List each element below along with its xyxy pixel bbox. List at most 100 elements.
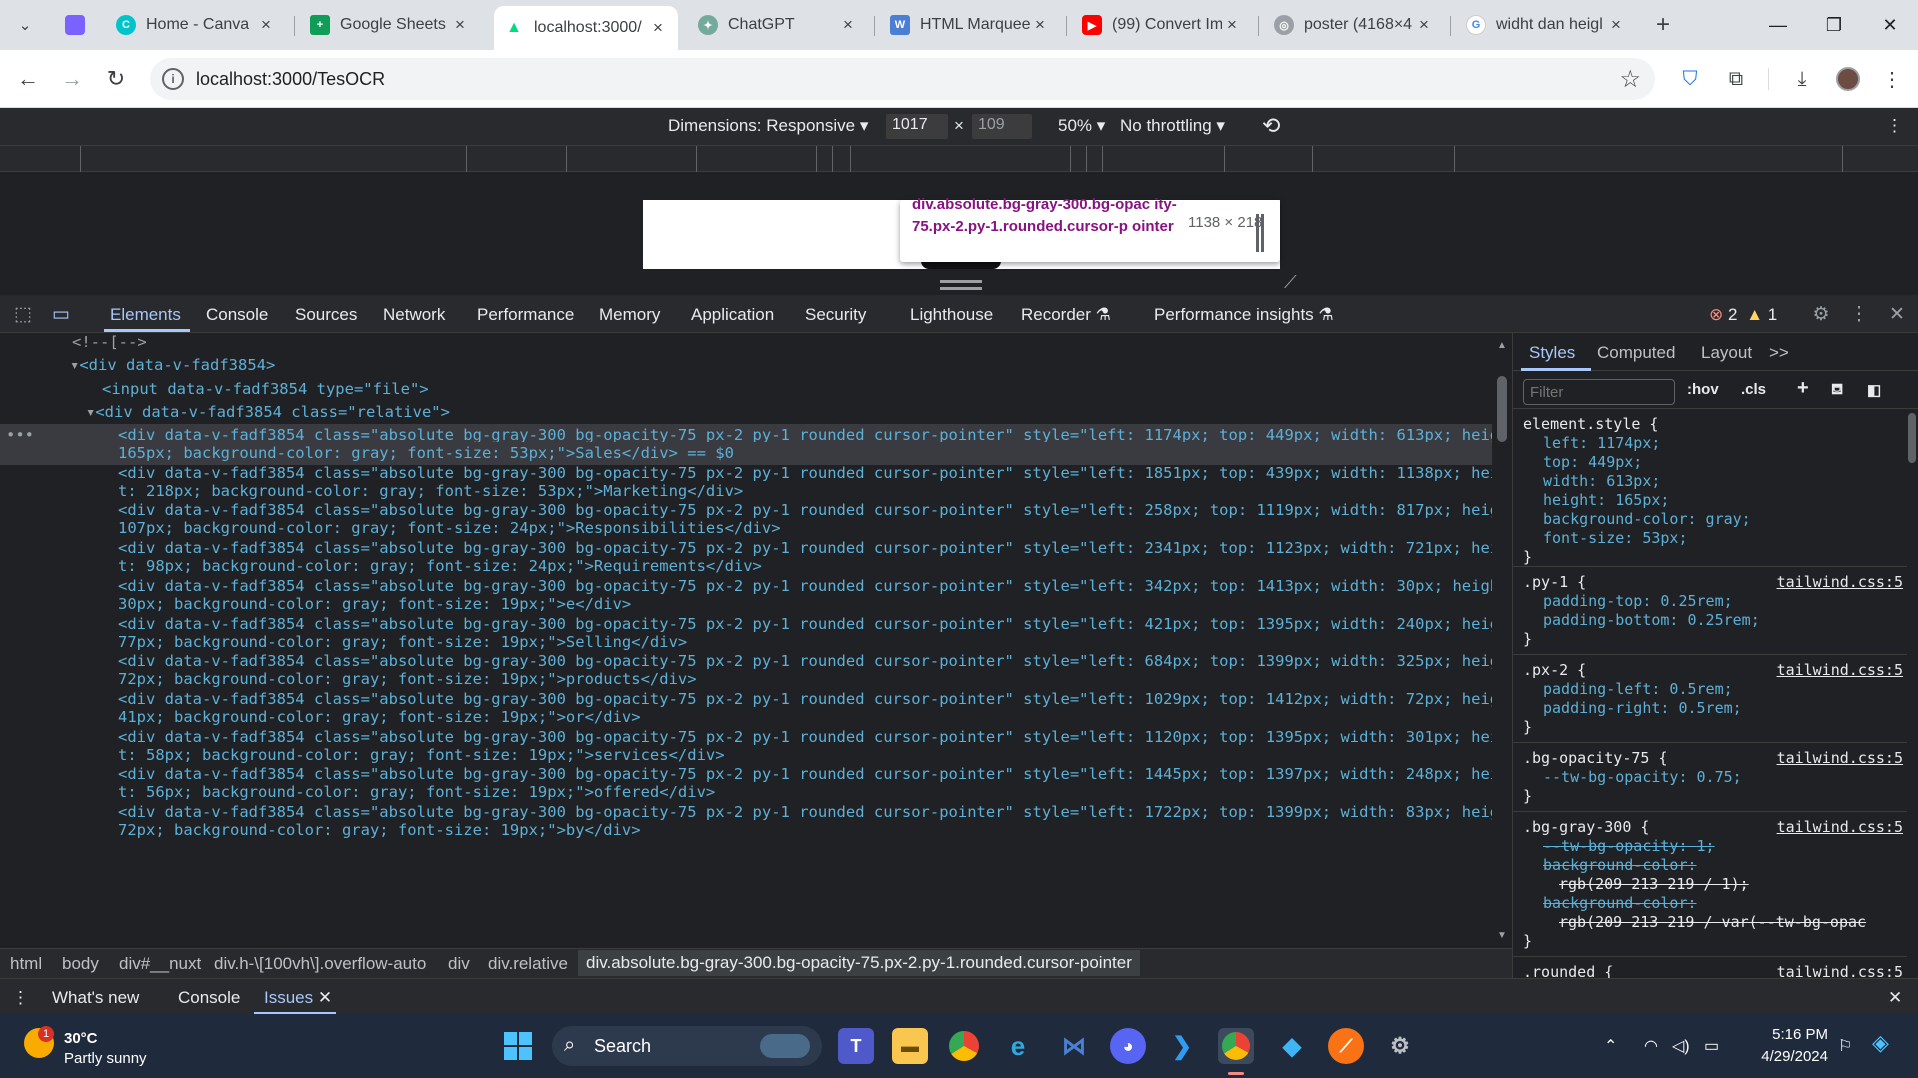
style-declaration[interactable]: background-color: xyxy=(1543,856,1697,875)
breadcrumb-item[interactable]: div#__nuxt xyxy=(119,954,201,974)
restore-button[interactable]: ❐ xyxy=(1804,0,1864,50)
style-declaration[interactable]: top: 449px; xyxy=(1543,453,1642,472)
paint-brush-icon[interactable]: ⛾ xyxy=(1831,381,1843,400)
zoom-dropdown[interactable]: 50% ▾ xyxy=(1058,116,1105,136)
expand-arrow-icon[interactable]: ▾ xyxy=(86,403,95,421)
tab-group-button[interactable] xyxy=(58,8,92,42)
copilot-icon[interactable]: ◈ xyxy=(1872,1030,1889,1056)
more-tabs-button[interactable]: >> xyxy=(1769,343,1789,363)
taskbar-search[interactable]: ⌕ Search xyxy=(552,1026,822,1066)
tab-sources[interactable]: Sources xyxy=(295,305,357,325)
elements-scrollbar[interactable]: ▲ ▼ xyxy=(1496,340,1508,941)
inspect-element-icon[interactable]: ⬚ xyxy=(10,302,36,326)
notifications-icon[interactable]: ⚐ xyxy=(1838,1036,1852,1056)
download-icon[interactable]: ⤓ xyxy=(1786,63,1818,95)
rule-source-link[interactable]: tailwind.css:5 xyxy=(1777,749,1903,767)
issues-counter[interactable]: ⊗ 2 ▲ 1 xyxy=(1709,305,1777,325)
discord-app-icon[interactable]: ◕ xyxy=(1110,1028,1146,1064)
breadcrumb-item[interactable]: body xyxy=(62,954,99,974)
scrollbar-thumb[interactable] xyxy=(1908,413,1916,463)
dom-comment-line[interactable]: <!--[--> xyxy=(72,333,1492,354)
tray-overflow-icon[interactable]: ⌃ xyxy=(1604,1036,1617,1056)
style-declaration[interactable]: padding-bottom: 0.25rem; xyxy=(1543,611,1760,630)
dom-node-input[interactable]: <input data-v-fadf3854 type="file"> xyxy=(102,378,1492,401)
profile-avatar[interactable] xyxy=(1832,63,1864,95)
close-icon[interactable]: × xyxy=(1606,15,1626,35)
tab-computed[interactable]: Computed xyxy=(1597,343,1675,363)
tab-youtube[interactable]: ▶ (99) Convert Im × xyxy=(1072,8,1252,42)
dimensions-dropdown[interactable]: Dimensions: Responsive ▾ xyxy=(668,116,868,136)
visual-studio-icon[interactable]: ⋈ xyxy=(1056,1028,1092,1064)
chrome-active-app-icon[interactable] xyxy=(1218,1028,1254,1064)
style-declaration[interactable]: font-size: 53px; xyxy=(1543,529,1688,548)
site-info-icon[interactable]: i xyxy=(162,68,184,90)
scroll-up-icon[interactable]: ▲ xyxy=(1497,340,1507,351)
new-tab-button[interactable]: + xyxy=(1646,8,1680,42)
close-icon[interactable]: × xyxy=(256,15,276,35)
rule-source-link[interactable]: tailwind.css:5 xyxy=(1777,963,1903,978)
tab-chatgpt[interactable]: ✦ ChatGPT × xyxy=(688,8,868,42)
volume-icon[interactable]: ◁) xyxy=(1672,1036,1690,1056)
url-text[interactable]: localhost:3000/TesOCR xyxy=(196,69,385,90)
close-devtools-icon[interactable]: ✕ xyxy=(1884,302,1910,326)
close-icon[interactable]: × xyxy=(1030,15,1050,35)
browser-menu-button[interactable]: ⋮ xyxy=(1876,63,1908,95)
devtools-menu-icon[interactable]: ⋮ xyxy=(1846,302,1872,326)
node-actions-icon[interactable]: ••• xyxy=(6,424,34,447)
expand-arrow-icon[interactable]: ▾ xyxy=(70,356,79,374)
edge-app-icon[interactable]: e xyxy=(1000,1028,1036,1064)
device-toggle-icon[interactable]: ▭ xyxy=(48,302,74,326)
battery-icon[interactable]: ▭ xyxy=(1704,1036,1719,1056)
breadcrumb-item[interactable]: html xyxy=(10,954,42,974)
hover-state-toggle[interactable]: :hov xyxy=(1687,381,1719,398)
weather-widget[interactable]: 1 xyxy=(24,1026,58,1062)
bookmark-star-icon[interactable]: ☆ xyxy=(1619,65,1641,94)
tab-poster[interactable]: ◎ poster (4168×4 × xyxy=(1264,8,1444,42)
file-explorer-icon[interactable]: ▬ xyxy=(892,1028,928,1064)
breadcrumb-item[interactable]: div xyxy=(448,954,470,974)
toggle-sidebar-icon[interactable]: ◧ xyxy=(1867,381,1881,399)
back-button[interactable]: ← xyxy=(10,61,46,97)
rule-source-link[interactable]: tailwind.css:5 xyxy=(1777,573,1903,591)
forward-button[interactable]: → xyxy=(54,61,90,97)
throttling-dropdown[interactable]: No throttling ▾ xyxy=(1120,116,1225,136)
tab-layout[interactable]: Layout xyxy=(1701,343,1752,363)
breadcrumb-item[interactable]: div.relative xyxy=(488,954,568,974)
tab-canva[interactable]: C Home - Canva × xyxy=(106,8,286,42)
close-icon[interactable]: × xyxy=(1222,15,1242,35)
tab-lighthouse[interactable]: Lighthouse xyxy=(910,305,993,325)
tab-search-button[interactable]: ⌄ xyxy=(8,8,42,42)
drawer-tab-whats-new[interactable]: What's new xyxy=(52,988,139,1008)
style-declaration[interactable]: rgb(209 213 219 / 1); xyxy=(1559,875,1749,894)
style-declaration[interactable]: background-color: xyxy=(1543,894,1697,913)
media-query-ruler[interactable] xyxy=(0,145,1918,172)
close-icon[interactable]: × xyxy=(450,15,470,35)
close-icon[interactable]: × xyxy=(648,18,668,38)
close-icon[interactable]: × xyxy=(1414,15,1434,35)
css-rule[interactable]: .bg-gray-300 {tailwind.css:5 --tw-bg-opac… xyxy=(1513,812,1907,957)
tab-elements[interactable]: Elements xyxy=(110,305,181,325)
minimize-button[interactable]: — xyxy=(1748,0,1808,50)
style-declaration[interactable]: padding-left: 0.5rem; xyxy=(1543,680,1733,699)
scrollbar-thumb[interactable] xyxy=(1497,376,1507,442)
app-icon[interactable]: ◆ xyxy=(1274,1028,1310,1064)
breadcrumb-item-active[interactable]: div.absolute.bg-gray-300.bg-opacity-75.p… xyxy=(578,950,1140,976)
tab-google-sheets[interactable]: + Google Sheets × xyxy=(300,8,480,42)
shield-extension-icon[interactable]: ⛉ xyxy=(1674,63,1706,95)
corner-resize-icon[interactable]: ⟋ xyxy=(1284,272,1297,293)
style-declaration[interactable]: width: 613px; xyxy=(1543,472,1660,491)
style-declaration[interactable]: padding-right: 0.5rem; xyxy=(1543,699,1742,718)
style-declaration[interactable]: padding-top: 0.25rem; xyxy=(1543,592,1733,611)
css-rule[interactable]: .rounded {tailwind.css:5 xyxy=(1513,957,1907,978)
dom-node-div[interactable]: ▾<div data-v-fadf3854> xyxy=(70,354,1492,377)
settings-gear-icon[interactable]: ⚙ xyxy=(1808,302,1834,326)
chrome-app-icon[interactable] xyxy=(946,1028,982,1064)
breadcrumb-item[interactable]: div.h-\[100vh\].overflow-auto xyxy=(214,954,426,974)
postman-app-icon[interactable]: ⟋ xyxy=(1328,1028,1364,1064)
tab-recorder[interactable]: Recorder ⚗ xyxy=(1021,305,1111,325)
windows-start-button[interactable] xyxy=(500,1028,536,1064)
height-input[interactable]: 109 xyxy=(972,114,1032,139)
vscode-app-icon[interactable]: ❯ xyxy=(1164,1028,1200,1064)
clock-date[interactable]: 4/29/2024 xyxy=(1746,1048,1828,1065)
tab-performance[interactable]: Performance xyxy=(477,305,574,325)
